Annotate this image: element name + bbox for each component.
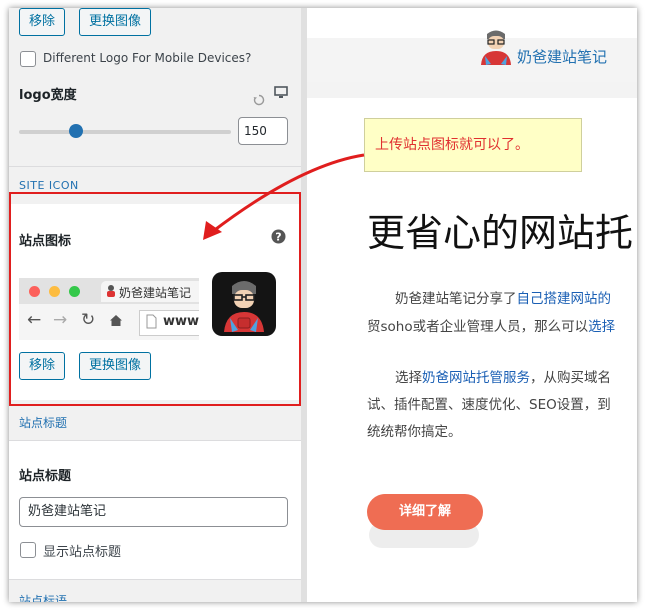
annotation-arrow-icon [203, 153, 365, 240]
